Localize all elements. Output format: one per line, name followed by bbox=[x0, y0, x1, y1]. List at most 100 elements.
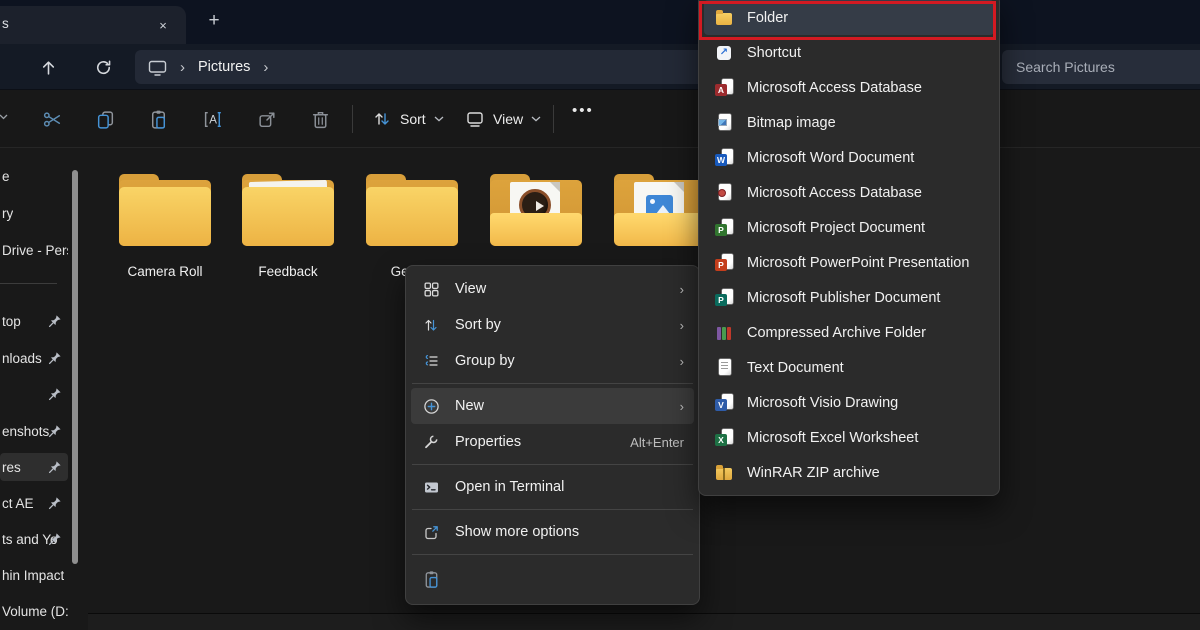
delete-button[interactable] bbox=[308, 107, 332, 131]
sidebar-item[interactable]: ry bbox=[0, 199, 68, 227]
sort-dropdown[interactable]: Sort bbox=[372, 104, 444, 134]
folder-open-icon bbox=[490, 174, 582, 246]
menu-item-new[interactable]: New › bbox=[411, 388, 694, 424]
up-arrow-icon bbox=[40, 59, 57, 76]
sidebar-item-genshin-impact[interactable]: hin Impact bbox=[0, 561, 68, 589]
toolbar-divider bbox=[352, 105, 353, 133]
breadcrumb-separator[interactable]: › bbox=[263, 59, 268, 76]
group-by-icon bbox=[423, 353, 439, 369]
paste-icon bbox=[422, 570, 441, 589]
folder-tile-camera-roll[interactable]: Camera Roll bbox=[110, 174, 220, 279]
submenu-item-publisher-document[interactable]: Microsoft Publisher Document bbox=[704, 280, 994, 315]
sidebar-divider bbox=[0, 283, 57, 284]
folder-name: Camera Roll bbox=[110, 264, 220, 279]
search-input[interactable]: Search Pictures bbox=[1002, 50, 1200, 84]
menu-item-open-in-terminal[interactable]: Open in Terminal bbox=[411, 469, 694, 505]
bitmap-icon bbox=[715, 114, 733, 131]
shortcut-hint: Alt+Enter bbox=[630, 435, 684, 450]
pin-icon bbox=[48, 496, 62, 510]
submenu-item-folder[interactable]: Folder bbox=[704, 0, 994, 35]
sidebar-item[interactable]: e bbox=[0, 162, 68, 190]
sidebar-item-desktop[interactable]: top bbox=[0, 307, 68, 335]
sidebar-item-pictures[interactable]: res bbox=[0, 453, 68, 481]
menu-item-group-by[interactable]: Group by › bbox=[411, 343, 694, 379]
paste-button[interactable] bbox=[146, 107, 170, 131]
svg-text:A: A bbox=[209, 114, 217, 126]
monitor-icon bbox=[148, 59, 167, 76]
menu-separator bbox=[412, 509, 693, 510]
view-dropdown[interactable]: View bbox=[465, 104, 541, 134]
folder-tile[interactable] bbox=[481, 174, 591, 264]
new-tab-button[interactable]: + bbox=[202, 8, 226, 34]
refresh-icon bbox=[95, 59, 112, 76]
powerpoint-icon bbox=[715, 254, 733, 271]
submenu-item-access-database[interactable]: Microsoft Access Database bbox=[704, 70, 994, 105]
menu-item-view[interactable]: View › bbox=[411, 271, 694, 307]
rename-icon: A bbox=[203, 109, 224, 130]
tab-bar: s × + bbox=[0, 0, 1200, 44]
folder-name: Feedback bbox=[233, 264, 343, 279]
sidebar-item-screenshots[interactable]: enshots bbox=[0, 417, 68, 445]
submenu-item-powerpoint-presentation[interactable]: Microsoft PowerPoint Presentation bbox=[704, 245, 994, 280]
share-icon bbox=[257, 109, 278, 130]
folder-tile-genshin[interactable]: Genshi bbox=[357, 174, 467, 279]
submenu-arrow-icon: › bbox=[680, 318, 684, 333]
submenu-item-excel-worksheet[interactable]: Microsoft Excel Worksheet bbox=[704, 420, 994, 455]
publisher-icon bbox=[715, 289, 733, 306]
sidebar-item[interactable]: ts and Yo bbox=[0, 525, 68, 553]
shortcut-icon bbox=[717, 46, 731, 60]
close-tab-icon[interactable]: × bbox=[152, 14, 174, 36]
copy-button[interactable] bbox=[93, 107, 117, 131]
sort-icon bbox=[372, 109, 392, 129]
submenu-item-shortcut[interactable]: Shortcut bbox=[704, 35, 994, 70]
pin-icon bbox=[48, 314, 62, 328]
excel-icon bbox=[715, 429, 733, 446]
submenu-arrow-icon: › bbox=[680, 282, 684, 297]
menu-separator bbox=[412, 383, 693, 384]
sidebar-item-onedrive[interactable]: Drive - Perso bbox=[0, 236, 68, 264]
refresh-button[interactable] bbox=[89, 53, 117, 81]
sidebar-item-downloads[interactable]: nloads bbox=[0, 344, 68, 372]
word-icon bbox=[715, 149, 733, 166]
sidebar-item[interactable] bbox=[0, 380, 68, 408]
share-button[interactable] bbox=[255, 107, 279, 131]
pin-icon bbox=[48, 532, 62, 546]
submenu-item-project-document[interactable]: Microsoft Project Document bbox=[704, 210, 994, 245]
sidebar-scrollbar[interactable] bbox=[72, 170, 78, 564]
folder-icon bbox=[242, 174, 334, 246]
menu-item-sort-by[interactable]: Sort by › bbox=[411, 307, 694, 343]
visio-icon bbox=[715, 394, 733, 411]
toolbar-divider bbox=[553, 105, 554, 133]
submenu-arrow-icon: › bbox=[680, 354, 684, 369]
menu-item-show-more-options[interactable]: Show more options bbox=[411, 514, 694, 550]
submenu-item-visio-drawing[interactable]: Microsoft Visio Drawing bbox=[704, 385, 994, 420]
sidebar-item-volume-d[interactable]: Volume (D: bbox=[0, 597, 68, 625]
rename-button[interactable]: A bbox=[201, 107, 225, 131]
pin-icon bbox=[48, 424, 62, 438]
explorer-tab[interactable]: s × bbox=[0, 6, 186, 44]
breadcrumb-location[interactable]: Pictures bbox=[198, 59, 250, 75]
context-menu: View › Sort by › Group by › New › bbox=[405, 265, 700, 605]
submenu-item-word-document[interactable]: Microsoft Word Document bbox=[704, 140, 994, 175]
cut-button[interactable] bbox=[40, 107, 64, 131]
sort-label: Sort bbox=[400, 111, 426, 127]
menu-item-properties[interactable]: Properties Alt+Enter bbox=[411, 424, 694, 460]
terminal-icon bbox=[423, 479, 440, 496]
wrench-icon bbox=[423, 434, 439, 450]
folder-icon bbox=[119, 174, 211, 246]
submenu-item-bitmap-image[interactable]: Bitmap image bbox=[704, 105, 994, 140]
sidebar-item[interactable]: ct AE bbox=[0, 489, 68, 517]
submenu-item-winrar-zip[interactable]: WinRAR ZIP archive bbox=[704, 455, 994, 490]
menu-separator bbox=[412, 554, 693, 555]
folder-tile-feedback[interactable]: Feedback bbox=[233, 174, 343, 279]
more-options-button[interactable]: ••• bbox=[572, 102, 594, 119]
submenu-item-compressed-archive[interactable]: Compressed Archive Folder bbox=[704, 315, 994, 350]
submenu-item-access-database-2[interactable]: Microsoft Access Database bbox=[704, 175, 994, 210]
folder-icon bbox=[716, 13, 732, 25]
submenu-arrow-icon: › bbox=[680, 399, 684, 414]
chevron-down-icon bbox=[434, 116, 444, 122]
up-button[interactable] bbox=[34, 53, 62, 81]
menu-item-paste[interactable] bbox=[411, 559, 694, 599]
copy-icon bbox=[95, 109, 116, 130]
submenu-item-text-document[interactable]: Text Document bbox=[704, 350, 994, 385]
